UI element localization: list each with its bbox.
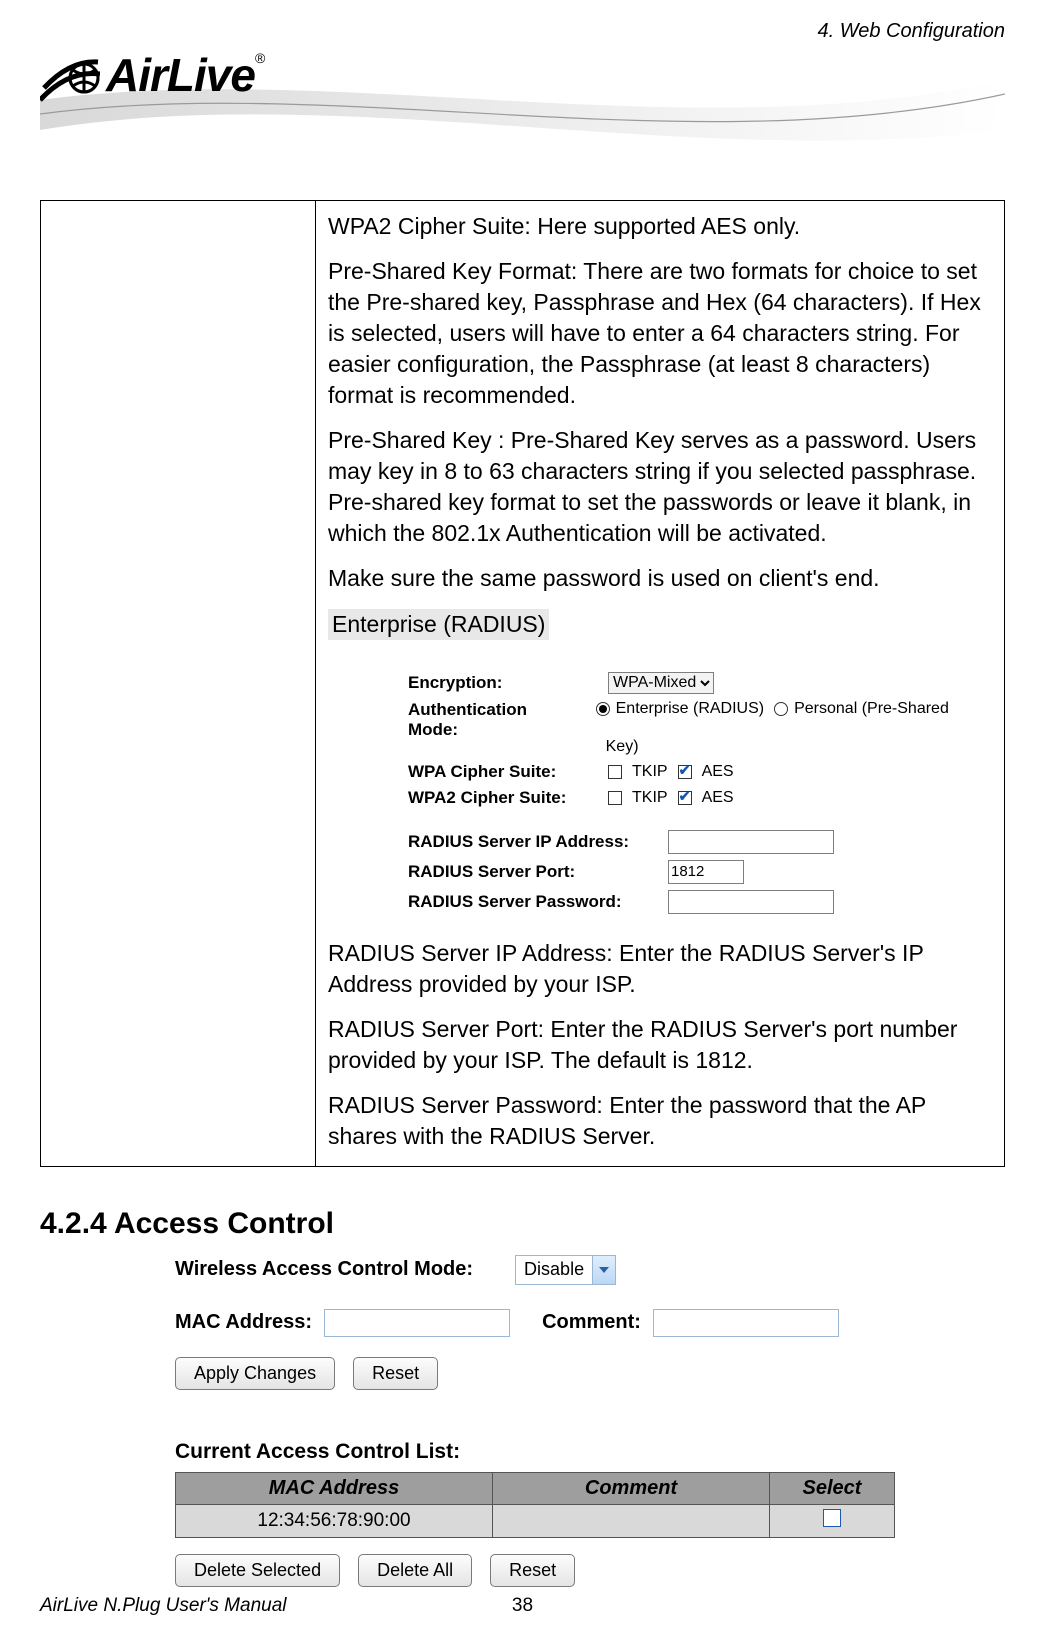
chapter-label: 4. Web Configuration — [817, 20, 1005, 43]
wpa2-tkip-checkbox[interactable] — [608, 791, 622, 805]
brand-logo: AirLive ® — [40, 48, 265, 108]
acl-header-select: Select — [770, 1472, 895, 1504]
psk-text: Pre-Shared Key : Pre-Shared Key serves a… — [328, 425, 992, 549]
acl-cell-comment — [493, 1504, 770, 1537]
ac-mode-select[interactable]: Disable — [515, 1255, 616, 1285]
radius-port-input[interactable] — [668, 860, 744, 884]
comment-input[interactable] — [653, 1309, 839, 1337]
radius-settings-panel: Encryption: WPA-Mixed Authentication Mod… — [328, 652, 992, 938]
auth-mode-label: Authentication Mode: — [408, 700, 596, 740]
radius-ip-label: RADIUS Server IP Address: — [408, 832, 668, 852]
ac-mode-label: Wireless Access Control Mode: — [175, 1258, 473, 1281]
acl-header-comment: Comment — [493, 1472, 770, 1504]
same-password-note: Make sure the same password is used on c… — [328, 563, 992, 594]
wpa2-aes-label: AES — [702, 789, 734, 807]
radius-password-input[interactable] — [668, 890, 834, 914]
wpa-cipher-label: WPA Cipher Suite: — [408, 762, 608, 782]
description-left-cell — [41, 201, 316, 1167]
radius-password-desc: RADIUS Server Password: Enter the passwo… — [328, 1090, 992, 1152]
chevron-down-icon — [592, 1256, 615, 1284]
acl-table: MAC Address Comment Select 12:34:56:78:9… — [175, 1472, 895, 1538]
table-row: 12:34:56:78:90:00 — [176, 1504, 895, 1537]
header-banner: 4. Web Configuration — [40, 20, 1005, 180]
radius-port-desc: RADIUS Server Port: Enter the RADIUS Ser… — [328, 1014, 992, 1076]
reset-button-2[interactable]: Reset — [490, 1554, 575, 1587]
acl-header-mac: MAC Address — [176, 1472, 493, 1504]
encryption-select[interactable]: WPA-Mixed — [608, 672, 714, 694]
page: 4. Web Configuration — [0, 0, 1045, 1637]
wpa-tkip-label: TKIP — [632, 763, 668, 781]
auth-personal-radio-label: Personal (Pre-Shared — [794, 700, 949, 718]
radius-port-label: RADIUS Server Port: — [408, 862, 668, 882]
radius-ip-input[interactable] — [668, 830, 834, 854]
wpa2-tkip-label: TKIP — [632, 789, 668, 807]
auth-enterprise-radio-label: Enterprise (RADIUS) — [616, 700, 764, 718]
wpa2-cipher-label: WPA2 Cipher Suite: — [408, 788, 608, 808]
acl-cell-mac: 12:34:56:78:90:00 — [176, 1504, 493, 1537]
page-number: 38 — [0, 1595, 1045, 1617]
description-right-cell: WPA2 Cipher Suite: Here supported AES on… — [316, 201, 1005, 1167]
access-control-panel: Wireless Access Control Mode: Disable MA… — [175, 1255, 1005, 1587]
apply-changes-button[interactable]: Apply Changes — [175, 1357, 335, 1390]
wpa-aes-label: AES — [702, 763, 734, 781]
ac-mode-select-value: Disable — [516, 1259, 592, 1280]
reset-button[interactable]: Reset — [353, 1357, 438, 1390]
comment-label: Comment: — [542, 1311, 641, 1334]
radius-ip-desc: RADIUS Server IP Address: Enter the RADI… — [328, 938, 992, 1000]
section-heading-access-control: 4.2.4 Access Control — [40, 1207, 1005, 1241]
wpa2-cipher-text: WPA2 Cipher Suite: Here supported AES on… — [328, 211, 992, 242]
acl-heading: Current Access Control List: — [175, 1440, 1005, 1464]
auth-personal-radio[interactable] — [774, 702, 788, 716]
acl-cell-select — [770, 1504, 895, 1537]
wpa-aes-checkbox[interactable] — [678, 765, 692, 779]
wpa2-aes-checkbox[interactable] — [678, 791, 692, 805]
logo-registered-icon: ® — [255, 50, 265, 66]
logo-text: AirLive — [106, 48, 255, 102]
wpa-tkip-checkbox[interactable] — [608, 765, 622, 779]
delete-selected-button[interactable]: Delete Selected — [175, 1554, 340, 1587]
auth-enterprise-radio[interactable] — [596, 702, 610, 716]
psk-format-text: Pre-Shared Key Format: There are two for… — [328, 256, 992, 411]
description-table: WPA2 Cipher Suite: Here supported AES on… — [40, 200, 1005, 1167]
mac-address-label: MAC Address: — [175, 1311, 312, 1334]
acl-row-select-checkbox[interactable] — [823, 1509, 841, 1527]
enterprise-radius-label: Enterprise (RADIUS) — [328, 609, 549, 640]
auth-personal-label-line2: Key) — [606, 738, 639, 756]
logo-globe-icon — [40, 48, 100, 108]
delete-all-button[interactable]: Delete All — [358, 1554, 472, 1587]
radius-password-label: RADIUS Server Password: — [408, 892, 668, 912]
mac-address-input[interactable] — [324, 1309, 510, 1337]
encryption-label: Encryption: — [408, 673, 608, 693]
